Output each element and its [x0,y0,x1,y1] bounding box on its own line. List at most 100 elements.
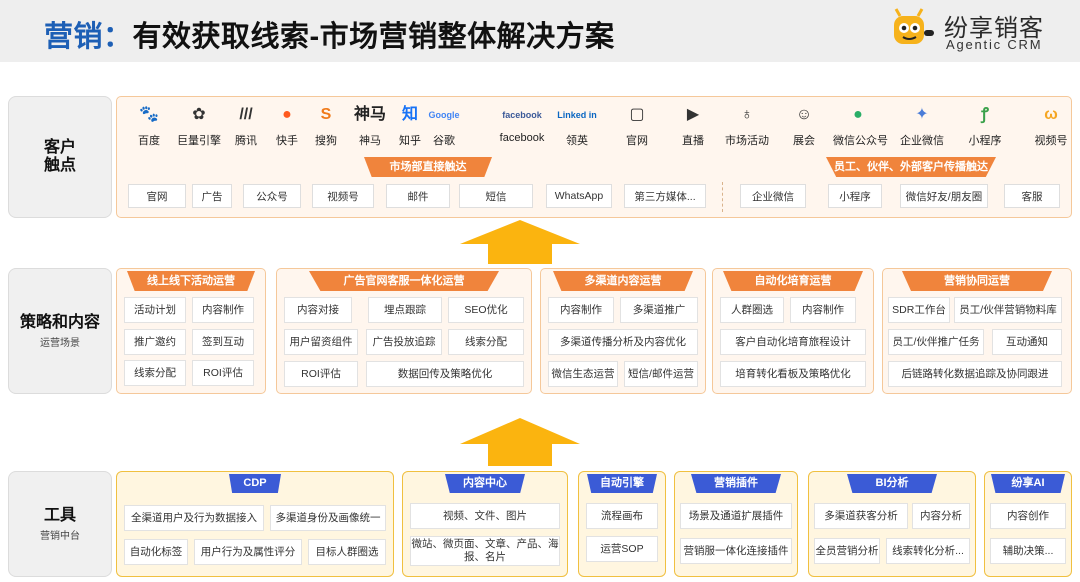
strategy-item[interactable]: 微信生态运营 [548,361,618,387]
tool-item[interactable]: 多渠道身份及画像统一 [270,505,386,531]
channel-linkedin[interactable]: Linked in 领英 [552,104,602,148]
tool-item[interactable]: 视频、文件、图片 [410,503,560,529]
channel-label: 微信公众号 [833,135,888,147]
channel-label: 官网 [626,135,648,147]
channel-label: 领英 [566,135,588,147]
channel-live[interactable]: ▶ 直播 [668,104,718,148]
tool-item[interactable]: 内容创作 [990,503,1066,529]
strategy-item[interactable]: 员工/伙伴推广任务 [888,329,984,355]
strategy-item[interactable]: 员工/伙伴营销物料库 [954,297,1062,323]
robot-mascot-icon [894,8,934,44]
touch-divider [722,182,723,212]
exhibition-icon: ☺ [795,106,813,123]
channel-website[interactable]: ▢ 官网 [612,104,662,148]
tool-item[interactable]: 内容分析 [912,503,970,529]
row-label-tools-sub: 营销中台 [40,530,80,542]
strategy-item[interactable]: 埋点跟踪 [368,297,442,323]
strategy-item[interactable]: 广告投放追踪 [366,329,442,355]
tool-item[interactable]: 场景及通道扩展插件 [680,503,792,529]
spread-chip[interactable]: 小程序 [828,184,882,208]
direct-chip[interactable]: WhatsApp [546,184,612,208]
spread-chip[interactable]: 客服 [1004,184,1060,208]
direct-chip[interactable]: 公众号 [243,184,301,208]
channel-label: 谷歌 [433,135,455,147]
direct-chip[interactable]: 短信 [459,184,533,208]
google-icon: Google [428,110,460,120]
tool-item[interactable]: 全渠道用户及行为数据接入 [124,505,264,531]
strategy-item[interactable]: 推广邀约 [124,329,186,355]
strategy-item[interactable]: 多渠道传播分析及内容优化 [548,329,698,355]
channel-baidu[interactable]: 🐾 百度 [124,104,174,148]
tool-item[interactable]: 目标人群圈选 [308,539,386,565]
strategy-item[interactable]: 线索分配 [448,329,524,355]
tool-banner: 自动引擎 [587,474,657,493]
strategy-item[interactable]: 内容制作 [548,297,614,323]
title-prefix: 营销： [44,21,133,53]
direct-chip[interactable]: 官网 [128,184,186,208]
strategy-item[interactable]: 多渠道推广 [620,297,698,323]
mini-program-icon: ꝭ [981,106,989,123]
spread-reach-banner: 员工、伙伴、外部客户传播触达 [826,157,996,177]
channel-marketing-event[interactable]: ♁ 市场活动 [722,104,772,148]
strategy-item[interactable]: 线索分配 [124,360,186,386]
direct-chip[interactable]: 邮件 [386,184,450,208]
channel-mini-program[interactable]: ꝭ 小程序 [960,104,1010,148]
channel-wechat-official[interactable]: ● 微信公众号 [833,104,888,148]
sogou-icon: S [320,106,332,123]
strategy-item[interactable]: 活动计划 [124,297,186,323]
row-label-tools-main: 工具 [43,506,76,524]
tool-item[interactable]: 用户行为及属性评分 [194,539,302,565]
wecom-icon: ✦ [915,106,929,123]
strategy-item[interactable]: 互动通知 [992,329,1062,355]
channel-wecom[interactable]: ✦ 企业微信 [897,104,947,148]
facebook-icon: facebook [502,110,542,120]
channel-sogou[interactable]: S 搜狗 [301,104,351,148]
row-label-strategy: 策略和内容 运营场景 [8,268,112,394]
tool-item[interactable]: 多渠道获客分析 [814,503,908,529]
strategy-item[interactable]: 客户自动化培育旅程设计 [720,329,866,355]
direct-reach-banner: 市场部直接触达 [364,157,492,177]
channels-icon: ω [1044,106,1058,123]
tool-item[interactable]: 辅助决策... [990,538,1066,564]
brand-tagline: Agentic CRM [946,37,1043,52]
channel-exhibition[interactable]: ☺ 展会 [779,104,829,148]
up-arrow-icon [460,220,580,264]
direct-chip[interactable]: 视频号 [312,184,374,208]
tool-item[interactable]: 全员营销分析 [814,538,880,564]
channel-channels[interactable]: ω 视频号 [1026,104,1076,148]
tool-item[interactable]: 微站、微页面、文章、产品、海报、名片 [410,536,560,566]
tool-item[interactable]: 流程画布 [586,503,658,529]
channel-ocean-engine[interactable]: ✿ 巨量引擎 [174,104,224,148]
spread-chip[interactable]: 企业微信 [740,184,806,208]
strategy-item[interactable]: ROI评估 [284,361,358,387]
channel-google[interactable]: Google 谷歌 [419,104,469,148]
tool-item[interactable]: 运营SOP [586,536,658,562]
baidu-icon: 🐾 [139,106,159,123]
strategy-item[interactable]: 签到互动 [192,329,254,355]
strategy-item[interactable]: 人群圈选 [720,297,784,323]
channel-label: 企业微信 [900,135,944,147]
strategy-item[interactable]: 内容对接 [284,297,352,323]
direct-chip[interactable]: 第三方媒体... [624,184,706,208]
direct-chip[interactable]: 广告 [192,184,232,208]
strategy-item[interactable]: 后链路转化数据追踪及协同跟进 [888,361,1062,387]
channel-label: 市场活动 [725,135,769,147]
tool-item[interactable]: 线索转化分析... [886,538,970,564]
strategy-item[interactable]: 用户留资组件 [284,329,358,355]
strategy-item[interactable]: 内容制作 [192,297,254,323]
spread-chip[interactable]: 微信好友/朋友圈 [900,184,988,208]
channel-facebook[interactable]: facebook facebook [497,104,547,144]
strategy-item[interactable]: 培育转化看板及策略优化 [720,361,866,387]
strategy-item[interactable]: SEO优化 [448,297,524,323]
row-label-touch-1: 客户 [43,139,76,156]
channel-label: 搜狗 [315,135,337,147]
up-arrow-icon [460,418,580,466]
tool-item[interactable]: 自动化标签 [124,539,188,565]
strategy-item[interactable]: SDR工作台 [888,297,950,323]
strategy-item[interactable]: ROI评估 [192,360,254,386]
page-title: 营销：有效获取线索-市场营销整体解决方案 [44,13,615,55]
strategy-item[interactable]: 数据回传及策略优化 [366,361,524,387]
strategy-item[interactable]: 短信/邮件运营 [624,361,698,387]
strategy-item[interactable]: 内容制作 [790,297,856,323]
tool-item[interactable]: 营销服一体化连接插件 [680,538,792,564]
